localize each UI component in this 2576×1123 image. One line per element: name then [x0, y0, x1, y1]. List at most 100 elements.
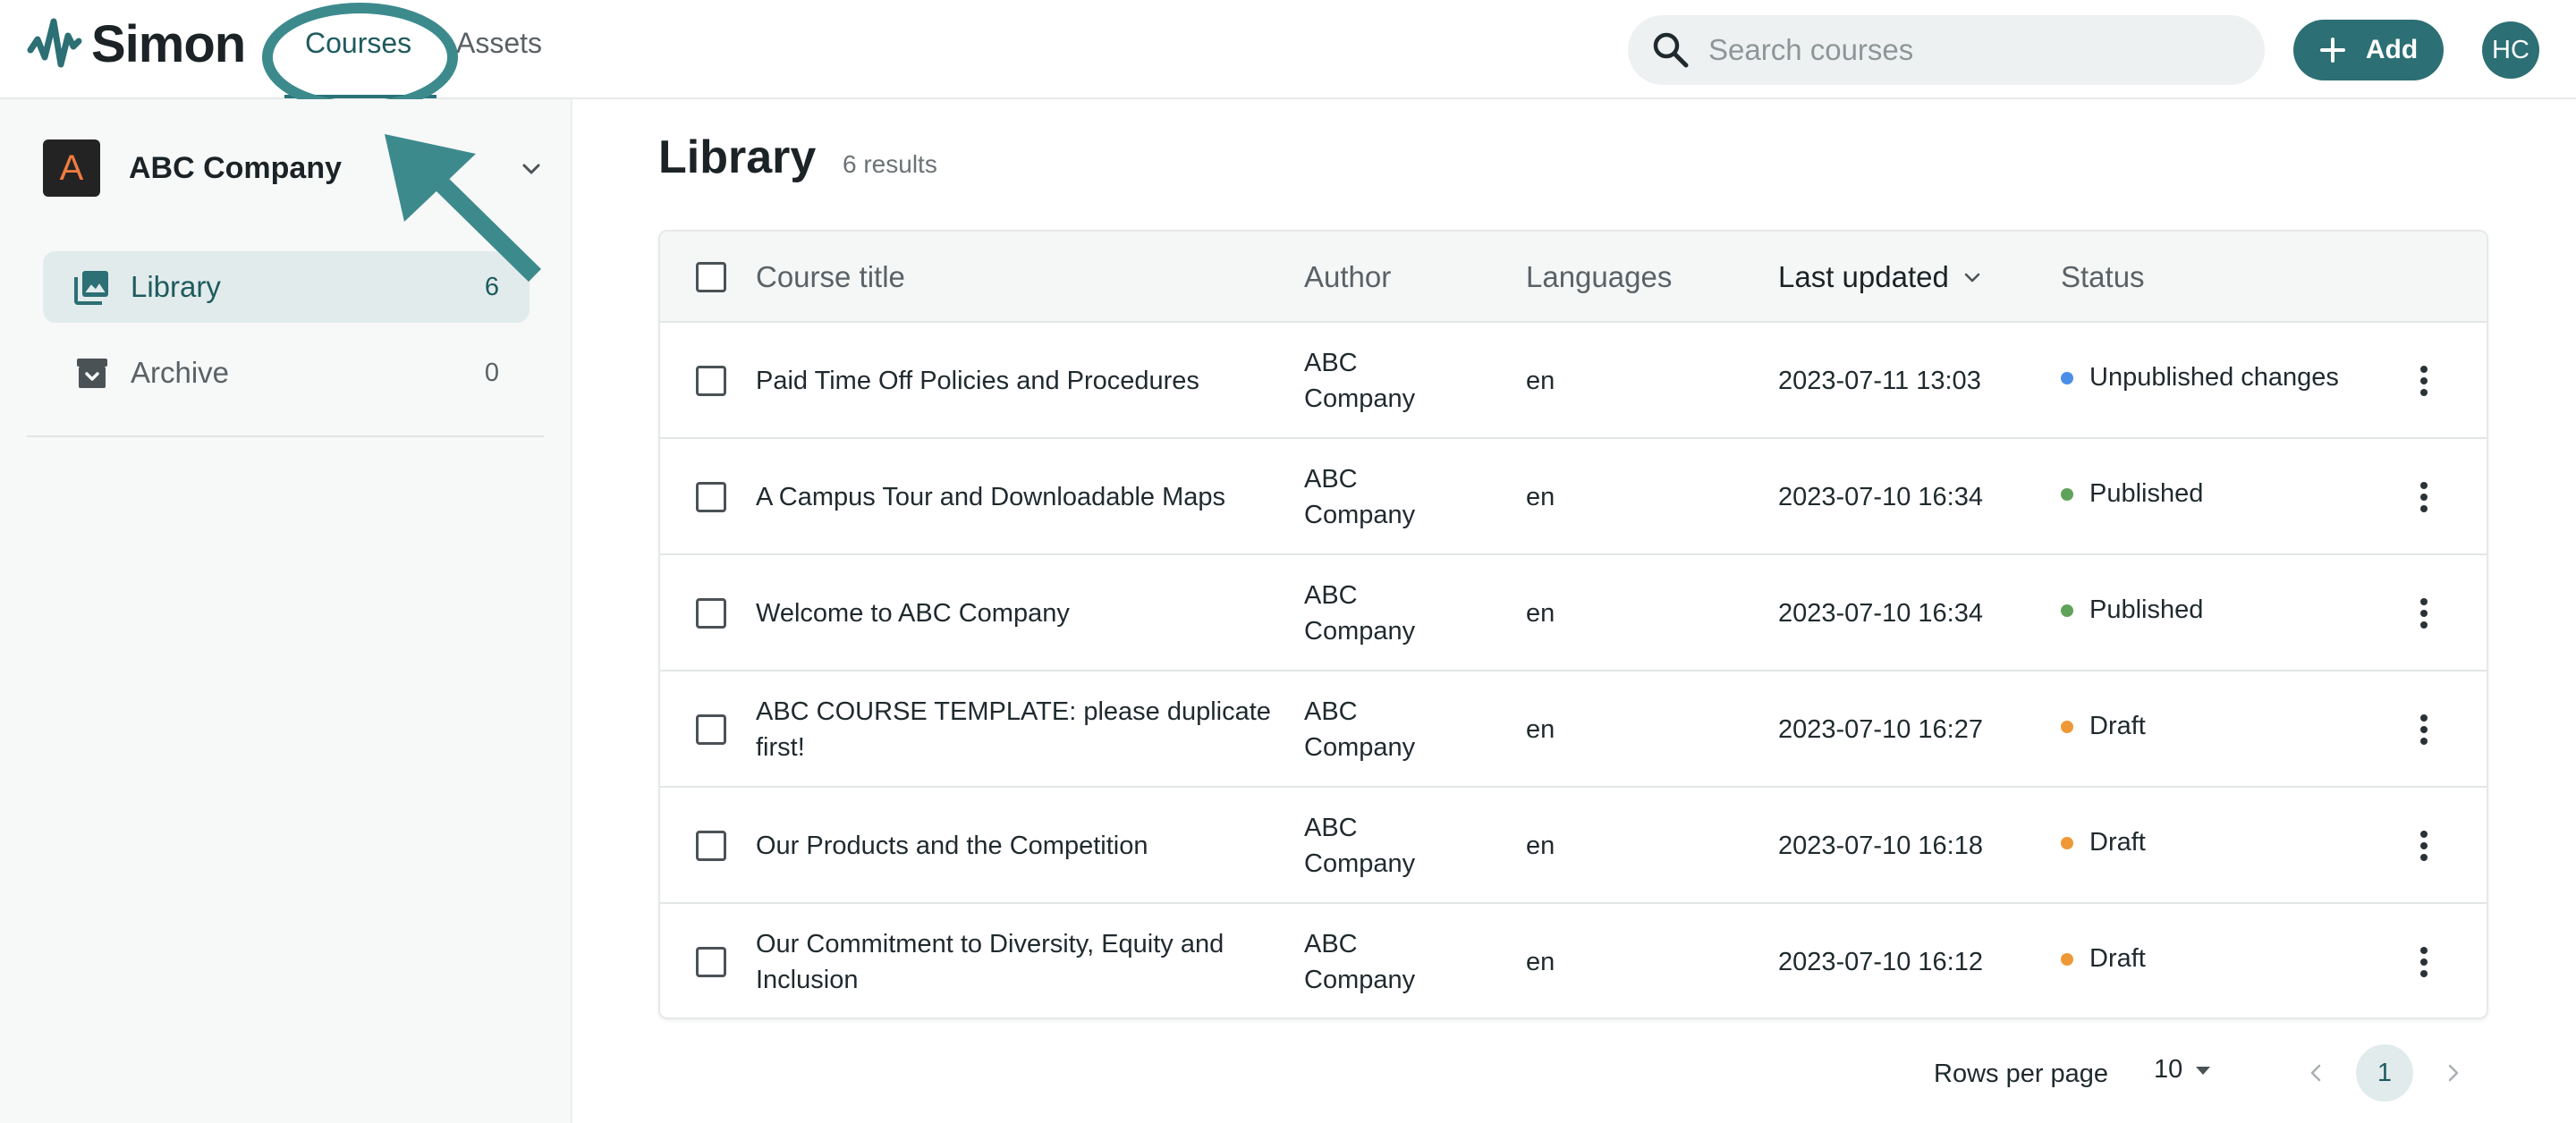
- course-language: en: [1526, 715, 1555, 744]
- status-label: Draft: [2089, 944, 2146, 973]
- add-button-label: Add: [2365, 35, 2419, 64]
- row-checkbox[interactable]: [696, 714, 726, 745]
- status-label: Draft: [2089, 712, 2146, 740]
- status-badge: Published: [2061, 479, 2203, 509]
- table-row[interactable]: Welcome to ABC Company ABC Company en 2023-…: [660, 555, 2487, 671]
- results-count: 6 results: [843, 150, 937, 178]
- add-button[interactable]: Add: [2293, 20, 2444, 80]
- column-header-last-updated[interactable]: Last updated: [1778, 260, 1983, 294]
- status-label: Draft: [2089, 828, 2146, 857]
- course-title[interactable]: Paid Time Off Policies and Procedures: [756, 363, 1284, 399]
- chevron-down-icon: [1964, 273, 1980, 283]
- more-options-icon[interactable]: [2415, 944, 2433, 980]
- chevron-left-icon[interactable]: [2302, 1055, 2329, 1091]
- course-last-updated: 2023-07-10 16:12: [1778, 948, 1983, 976]
- status-dot: [2061, 836, 2073, 849]
- courses-table: Course title Author Languages Last updat…: [658, 230, 2488, 1019]
- status-dot: [2061, 952, 2073, 966]
- arrow-annotation-icon: [385, 134, 542, 283]
- table-header: Course title Author Languages Last updat…: [660, 232, 2487, 323]
- rows-per-page-select[interactable]: 10: [2154, 1055, 2215, 1085]
- logo[interactable]: Simon: [27, 14, 246, 73]
- course-title[interactable]: ABC COURSE TEMPLATE: please duplicate fi…: [756, 694, 1284, 765]
- table-row[interactable]: A Campus Tour and Downloadable Maps ABC C…: [660, 439, 2487, 555]
- status-dot: [2061, 720, 2073, 733]
- course-last-updated: 2023-07-10 16:27: [1778, 715, 1983, 744]
- logo-text: Simon: [91, 14, 246, 73]
- sidebar-item-archive[interactable]: Archive 0: [43, 337, 530, 409]
- status-dot: [2061, 371, 2073, 384]
- course-title[interactable]: Our Commitment to Diversity, Equity and …: [756, 926, 1284, 998]
- row-checkbox[interactable]: [696, 831, 726, 861]
- course-author: ABC Company: [1304, 697, 1416, 762]
- simon-logo-icon: [27, 18, 82, 68]
- nav-tab-assets[interactable]: Assets: [456, 27, 542, 60]
- status-dot: [2061, 604, 2073, 617]
- divider: [27, 435, 544, 437]
- more-options-icon[interactable]: [2415, 828, 2433, 864]
- course-author: ABC Company: [1304, 465, 1416, 529]
- library-icon: [74, 271, 108, 305]
- sidebar-item-count: 0: [484, 358, 499, 387]
- course-title[interactable]: Our Products and the Competition: [756, 828, 1284, 864]
- course-author: ABC Company: [1304, 814, 1416, 878]
- page-title: Library: [658, 131, 817, 183]
- search-input[interactable]: [1708, 33, 2245, 67]
- table-row[interactable]: ABC COURSE TEMPLATE: please duplicate fi…: [660, 671, 2487, 788]
- row-checkbox[interactable]: [696, 947, 726, 977]
- table-row[interactable]: Our Products and the Competition ABC Comp…: [660, 788, 2487, 904]
- select-all-checkbox[interactable]: [696, 262, 726, 292]
- table-row[interactable]: Paid Time Off Policies and Procedures ABC…: [660, 323, 2487, 439]
- column-header-status[interactable]: Status: [2061, 260, 2145, 294]
- status-label: Published: [2089, 479, 2204, 508]
- more-options-icon[interactable]: [2415, 479, 2433, 515]
- chevron-right-icon[interactable]: [2440, 1055, 2467, 1091]
- top-bar: Simon Courses Assets Add HC: [0, 0, 2576, 112]
- status-badge: Draft: [2061, 944, 2146, 974]
- more-options-icon[interactable]: [2415, 712, 2433, 747]
- rows-per-page-label: Rows per page: [1934, 1060, 2109, 1088]
- course-last-updated: 2023-07-10 16:18: [1778, 832, 1983, 860]
- status-badge: Published: [2061, 595, 2203, 625]
- course-author: ABC Company: [1304, 581, 1416, 646]
- course-language: en: [1526, 367, 1555, 395]
- org-badge: A: [43, 139, 100, 197]
- course-last-updated: 2023-07-10 16:34: [1778, 483, 1983, 511]
- status-badge: Unpublished changes: [2061, 363, 2339, 393]
- course-title[interactable]: A Campus Tour and Downloadable Maps: [756, 479, 1284, 515]
- more-options-icon[interactable]: [2415, 363, 2433, 399]
- course-title[interactable]: Welcome to ABC Company: [756, 595, 1284, 631]
- status-label: Published: [2089, 595, 2204, 624]
- column-header-languages[interactable]: Languages: [1526, 260, 1672, 294]
- course-last-updated: 2023-07-10 16:34: [1778, 599, 1983, 628]
- row-checkbox[interactable]: [696, 366, 726, 396]
- column-header-label: Last updated: [1778, 260, 1949, 293]
- sidebar-item-label: Archive: [131, 356, 230, 389]
- status-dot: [2061, 487, 2073, 501]
- more-options-icon[interactable]: [2415, 595, 2433, 631]
- status-label: Unpublished changes: [2089, 363, 2339, 392]
- table-row[interactable]: Our Commitment to Diversity, Equity and …: [660, 904, 2487, 1017]
- archive-icon: [77, 359, 107, 388]
- row-checkbox[interactable]: [696, 598, 726, 629]
- plus-icon: [2319, 38, 2345, 63]
- row-checkbox[interactable]: [696, 482, 726, 512]
- column-header-title[interactable]: Course title: [756, 260, 905, 294]
- course-language: en: [1526, 483, 1555, 511]
- user-avatar[interactable]: HC: [2482, 21, 2539, 79]
- sidebar-item-label: Library: [131, 270, 221, 303]
- course-last-updated: 2023-07-11 13:03: [1778, 367, 1981, 395]
- caret-down-icon: [2196, 1066, 2211, 1075]
- column-header-author[interactable]: Author: [1304, 260, 1391, 294]
- search-icon: [1653, 32, 1689, 68]
- course-language: en: [1526, 832, 1555, 860]
- org-name: ABC Company: [129, 150, 343, 185]
- status-badge: Draft: [2061, 828, 2146, 857]
- highlight-circle-annotation: [262, 3, 458, 112]
- status-badge: Draft: [2061, 712, 2146, 741]
- page-button-current[interactable]: 1: [2356, 1044, 2413, 1102]
- search-bar[interactable]: [1628, 15, 2265, 85]
- course-author: ABC Company: [1304, 930, 1416, 994]
- course-language: en: [1526, 948, 1555, 976]
- course-author: ABC Company: [1304, 349, 1416, 413]
